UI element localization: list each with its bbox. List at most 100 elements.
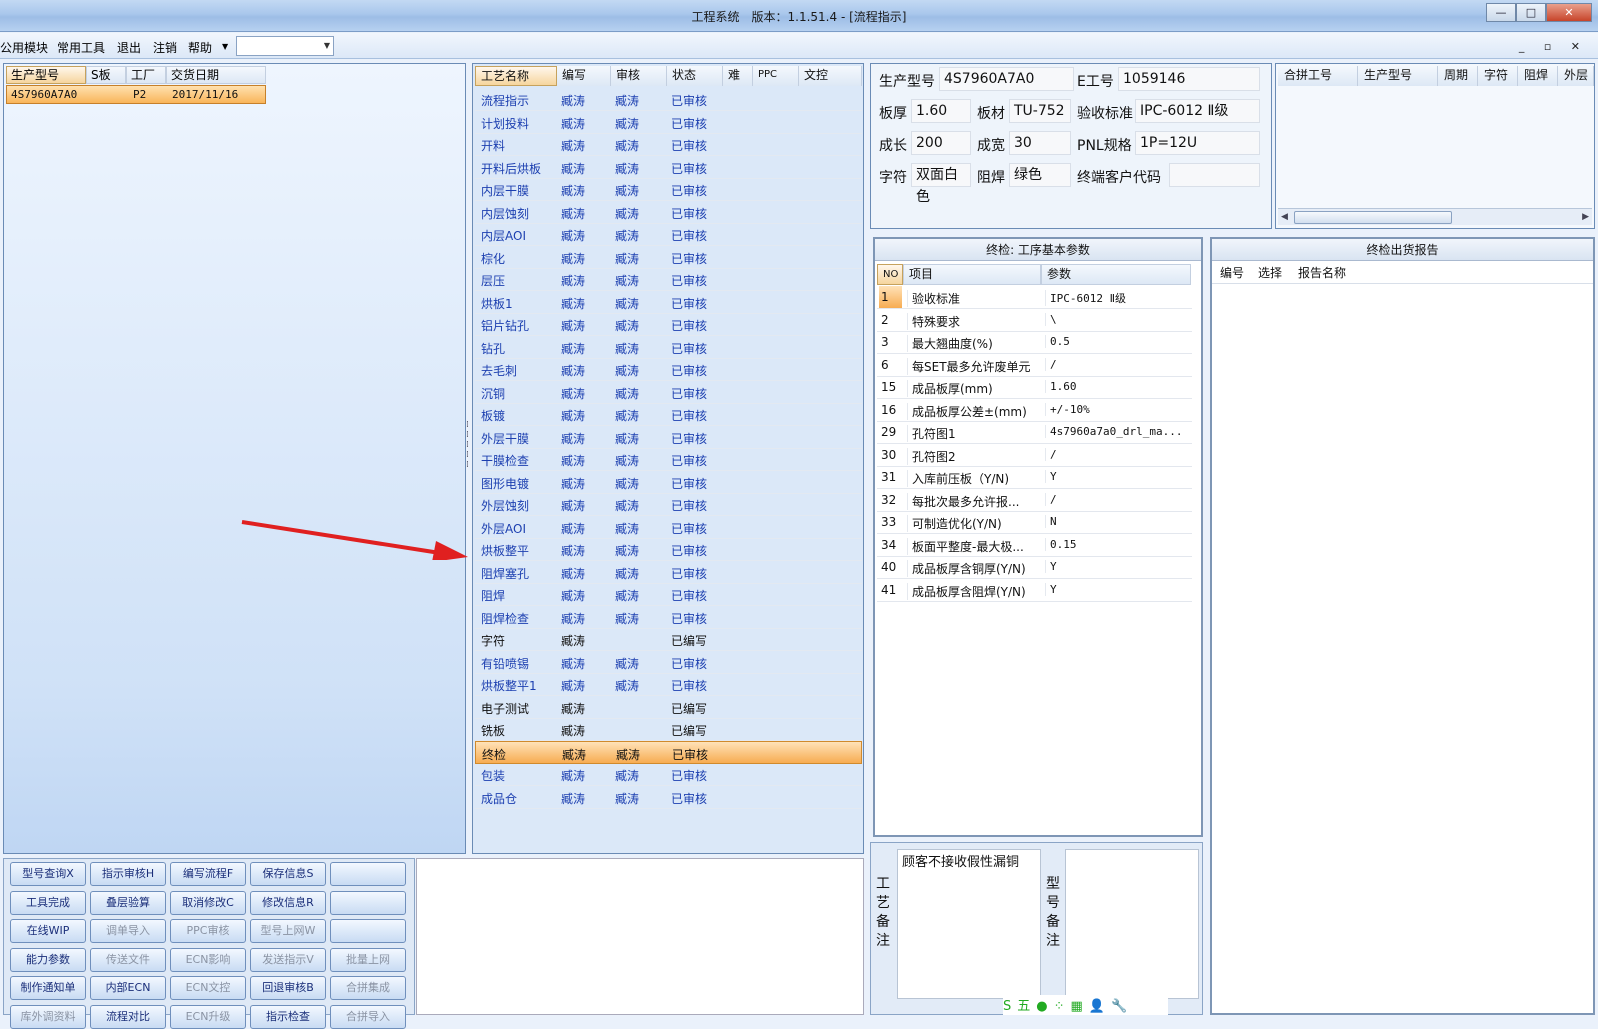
col-author[interactable]: 编写 <box>557 66 611 86</box>
len-field[interactable]: 200 <box>911 131 971 155</box>
table-row[interactable]: 16 成品板厚公差±(mm) +/-10% <box>877 399 1192 422</box>
col-merge-model[interactable]: 生产型号 <box>1358 66 1438 86</box>
action-button[interactable]: 修改信息R <box>250 890 326 915</box>
col-select[interactable]: 选择 <box>1258 264 1282 281</box>
action-button[interactable]: 库外调资料 <box>10 1004 86 1029</box>
table-row[interactable]: 内层干膜 臧涛 臧涛 已审核 <box>475 178 862 201</box>
col-model[interactable]: 生产型号 <box>6 66 86 84</box>
action-button[interactable]: 工具完成 <box>10 890 86 915</box>
action-button[interactable]: 能力参数 <box>10 947 86 972</box>
tray-icon[interactable]: 五 <box>1017 999 1030 1014</box>
col-reviewer[interactable]: 审核 <box>611 66 667 86</box>
table-row[interactable]: 阻焊塞孔 臧涛 臧涛 已审核 <box>475 561 862 584</box>
tray-icon[interactable]: ▦ <box>1071 999 1083 1014</box>
char-field[interactable]: 双面白色 <box>911 163 971 205</box>
col-param[interactable]: 参数 <box>1041 264 1191 285</box>
action-button[interactable]: 保存信息S <box>250 862 326 886</box>
menu-exit[interactable]: 退出 <box>117 39 141 56</box>
table-row[interactable]: 34 板面平整度-最大极... 0.15 <box>877 534 1192 557</box>
action-button[interactable]: 合拼集成 <box>330 976 406 1000</box>
table-row[interactable]: 铝片钻孔 臧涛 臧涛 已审核 <box>475 313 862 336</box>
action-button[interactable]: 合拼导入 <box>330 1004 406 1029</box>
table-row[interactable]: 去毛刺 臧涛 臧涛 已审核 <box>475 358 862 381</box>
table-row[interactable]: 板镀 臧涛 臧涛 已审核 <box>475 403 862 426</box>
tray-icon[interactable]: 👤 <box>1089 999 1105 1014</box>
col-char[interactable]: 字符 <box>1478 66 1518 86</box>
table-row[interactable]: 沉铜 臧涛 臧涛 已审核 <box>475 381 862 404</box>
scroll-thumb[interactable] <box>1294 211 1452 224</box>
process-remark-text[interactable]: 顾客不接收假性漏铜 <box>897 849 1041 999</box>
table-row[interactable]: 层压 臧涛 臧涛 已审核 <box>475 268 862 291</box>
table-row[interactable]: 开料 臧涛 臧涛 已审核 <box>475 133 862 156</box>
col-delivery[interactable]: 交货日期 <box>166 66 266 84</box>
table-row[interactable]: 包装 臧涛 臧涛 已审核 <box>475 763 862 786</box>
col-factory[interactable]: 工厂 <box>126 66 166 84</box>
action-button[interactable]: 制作通知单 <box>10 976 86 1000</box>
action-button[interactable]: 指示检查 <box>250 1004 326 1029</box>
table-row[interactable]: 棕化 臧涛 臧涛 已审核 <box>475 246 862 269</box>
table-row[interactable]: 6 每SET最多允许废单元 / <box>877 354 1192 377</box>
action-button[interactable]: 指示审核H <box>90 862 166 886</box>
action-button[interactable]: 发送指示V <box>250 947 326 972</box>
action-button[interactable]: 型号查询X <box>10 862 86 886</box>
table-row[interactable]: 内层蚀刻 臧涛 臧涛 已审核 <box>475 201 862 224</box>
col-mask[interactable]: 阻焊 <box>1518 66 1558 86</box>
menu-tools[interactable]: 常用工具 <box>57 39 105 56</box>
col-process-name[interactable]: 工艺名称 <box>475 66 557 86</box>
col-item[interactable]: 项目 <box>903 264 1041 285</box>
table-row[interactable]: 4S7960A7A0 P2 2017/11/16 <box>6 85 266 104</box>
std-field[interactable]: IPC-6012 Ⅱ级 <box>1135 99 1260 123</box>
table-row[interactable]: 31 入库前压板（Y/N) Y <box>877 466 1192 489</box>
table-row[interactable]: 阻焊 臧涛 臧涛 已审核 <box>475 583 862 606</box>
table-row[interactable]: 字符 臧涛 已编写 <box>475 628 862 651</box>
col-report-no[interactable]: 编号 <box>1220 264 1244 281</box>
table-row[interactable]: 钻孔 臧涛 臧涛 已审核 <box>475 336 862 359</box>
table-row[interactable]: 外层蚀刻 臧涛 臧涛 已审核 <box>475 493 862 516</box>
action-button[interactable]: 调单导入 <box>90 919 166 943</box>
table-row[interactable]: 计划投料 臧涛 臧涛 已审核 <box>475 111 862 134</box>
table-row[interactable]: 30 孔符图2 / <box>877 444 1192 467</box>
table-row[interactable]: 40 成品板厚含铜厚(Y/N) Y <box>877 556 1192 579</box>
tray-icon[interactable]: ● <box>1036 999 1047 1014</box>
col-merge-no[interactable]: 合拼工号 <box>1278 66 1358 86</box>
table-row[interactable]: 外层干膜 臧涛 臧涛 已审核 <box>475 426 862 449</box>
table-row[interactable]: 铣板 臧涛 已编写 <box>475 718 862 741</box>
model-remark-text[interactable] <box>1065 849 1199 999</box>
table-row[interactable]: 外层AOI 臧涛 臧涛 已审核 <box>475 516 862 539</box>
menu-logout[interactable]: 注销 <box>153 39 177 56</box>
table-row[interactable]: 干膜检查 臧涛 臧涛 已审核 <box>475 448 862 471</box>
table-row[interactable]: 阻焊检查 臧涛 臧涛 已审核 <box>475 606 862 629</box>
action-button[interactable]: ECN文控 <box>170 976 246 1000</box>
table-row[interactable]: 2 特殊要求 \ <box>877 309 1192 332</box>
menu-help[interactable]: 帮助 <box>188 39 212 56</box>
help-dropdown-icon[interactable]: ▼ <box>222 42 228 51</box>
scroll-right-icon[interactable]: ▶ <box>1582 212 1589 222</box>
action-button[interactable]: 取消修改C <box>170 890 246 915</box>
e-no-field[interactable]: 1059146 <box>1118 67 1260 91</box>
cust-field[interactable] <box>1169 163 1260 187</box>
col-no[interactable]: NO <box>877 264 903 285</box>
pnl-field[interactable]: 1P=12U <box>1135 131 1260 155</box>
col-outer[interactable]: 外层 <box>1558 66 1594 86</box>
scroll-left-icon[interactable]: ◀ <box>1281 212 1288 222</box>
action-button[interactable]: ECN影响 <box>170 947 246 972</box>
col-ppc[interactable]: PPC <box>753 66 799 86</box>
mask-field[interactable]: 绿色 <box>1009 163 1071 187</box>
action-button[interactable]: 内部ECN <box>90 976 166 1000</box>
empty-button[interactable] <box>330 919 406 943</box>
table-row[interactable]: 32 每批次最多允许报... / <box>877 489 1192 512</box>
table-row[interactable]: 终检 臧涛 臧涛 已审核 <box>475 740 862 764</box>
table-row[interactable]: 3 最大翘曲度(%) 0.5 <box>877 331 1192 354</box>
material-field[interactable]: TU-752 <box>1009 99 1071 123</box>
tray-icon[interactable]: S <box>1003 999 1011 1014</box>
tray-icon[interactable]: ⁘ <box>1054 999 1065 1014</box>
table-row[interactable]: 41 成品板厚含阻焊(Y/N) Y <box>877 579 1192 602</box>
table-row[interactable]: 15 成品板厚(mm) 1.60 <box>877 376 1192 399</box>
action-button[interactable]: 回退审核B <box>250 976 326 1000</box>
table-row[interactable]: 开料后烘板 臧涛 臧涛 已审核 <box>475 156 862 179</box>
wid-field[interactable]: 30 <box>1009 131 1071 155</box>
table-row[interactable]: 1 验收标准 IPC-6012 Ⅱ级 <box>877 286 1192 309</box>
table-row[interactable]: 成品仓 臧涛 臧涛 已审核 <box>475 786 862 809</box>
action-button[interactable]: 在线WIP <box>10 919 86 943</box>
empty-button[interactable] <box>330 862 406 886</box>
